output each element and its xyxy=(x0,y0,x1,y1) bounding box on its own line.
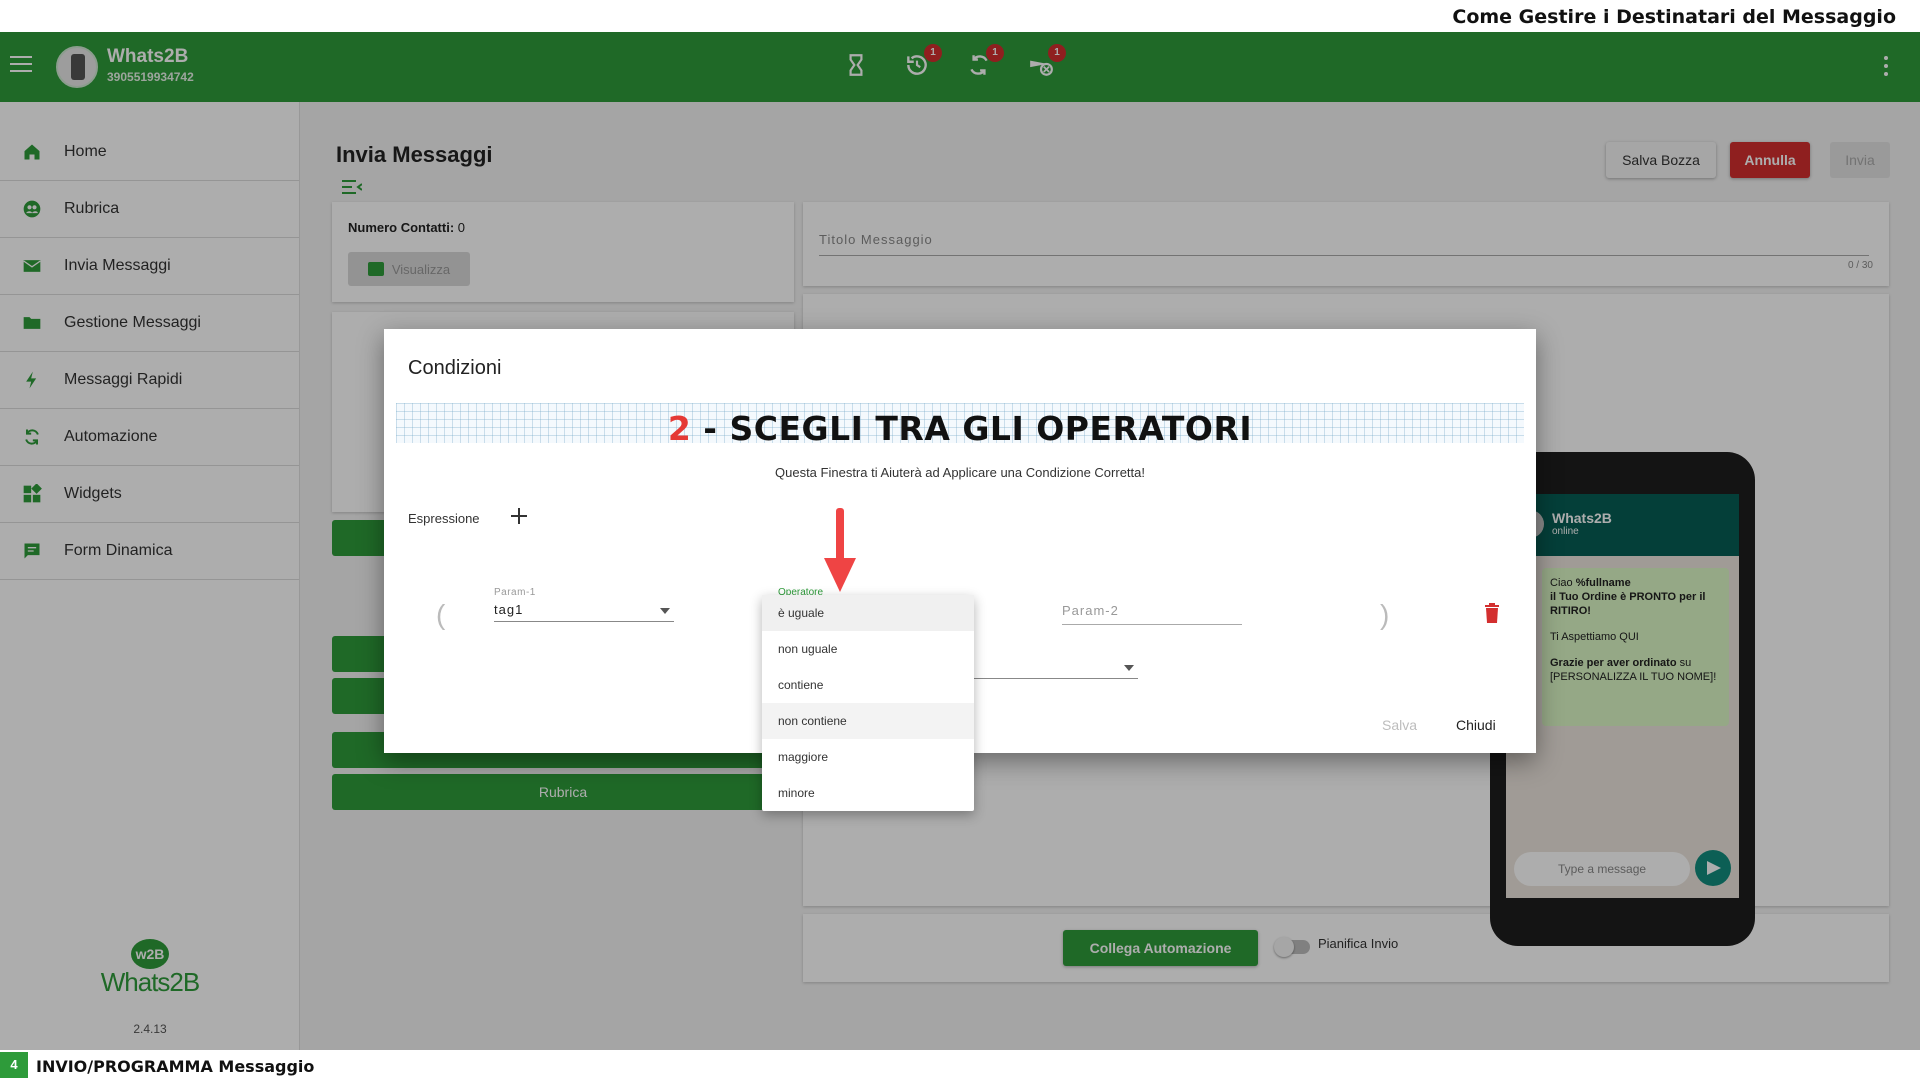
annotation-arrow-icon xyxy=(824,508,856,592)
chevron-down-icon xyxy=(660,608,670,614)
annotation-step-number: 2 xyxy=(667,409,692,448)
dialog-title: Condizioni xyxy=(408,357,502,379)
param1-value-text: tag1 xyxy=(494,602,524,617)
param1-select[interactable]: Param-1 tag1 xyxy=(494,587,674,622)
video-title-bar: Come Gestire i Destinatari del Messaggio xyxy=(0,0,1920,32)
delete-icon[interactable] xyxy=(1484,603,1500,623)
video-title: Come Gestire i Destinatari del Messaggio xyxy=(1452,6,1896,28)
param2-input[interactable]: Param-2 xyxy=(1062,603,1242,625)
add-expression-icon[interactable] xyxy=(508,505,530,527)
chevron-down-icon xyxy=(1124,665,1134,671)
param1-value[interactable]: tag1 xyxy=(494,602,674,622)
logic-select[interactable] xyxy=(974,657,1138,679)
expression-label: Espressione xyxy=(408,511,480,526)
param1-label: Param-1 xyxy=(494,587,536,598)
operator-option[interactable]: contiene xyxy=(762,667,974,703)
annotation-caption: - SCEGLI TRA GLI OPERATORI xyxy=(691,409,1253,448)
step-caption-bar: 4 INVIO/PROGRAMMA Messaggio xyxy=(0,1050,1920,1080)
operator-option[interactable]: minore xyxy=(762,775,974,811)
operator-dropdown: è uguale non uguale contiene non contien… xyxy=(762,595,974,811)
operator-option[interactable]: non uguale xyxy=(762,631,974,667)
close-button[interactable]: Chiudi xyxy=(1456,717,1496,733)
operator-option[interactable]: è uguale xyxy=(762,595,974,631)
step-label: INVIO/PROGRAMMA Messaggio xyxy=(36,1057,315,1076)
save-button[interactable]: Salva xyxy=(1382,717,1417,733)
dialog-subtitle: Questa Finestra ti Aiuterà ad Applicare … xyxy=(775,465,1145,480)
operator-option[interactable]: non contiene xyxy=(762,703,974,739)
close-paren[interactable]: ) xyxy=(1380,599,1389,631)
annotation-text: 2 - SCEGLI TRA GLI OPERATORI xyxy=(384,409,1536,448)
operator-option[interactable]: maggiore xyxy=(762,739,974,775)
open-paren[interactable]: ( xyxy=(436,599,445,631)
step-number: 4 xyxy=(0,1052,28,1078)
